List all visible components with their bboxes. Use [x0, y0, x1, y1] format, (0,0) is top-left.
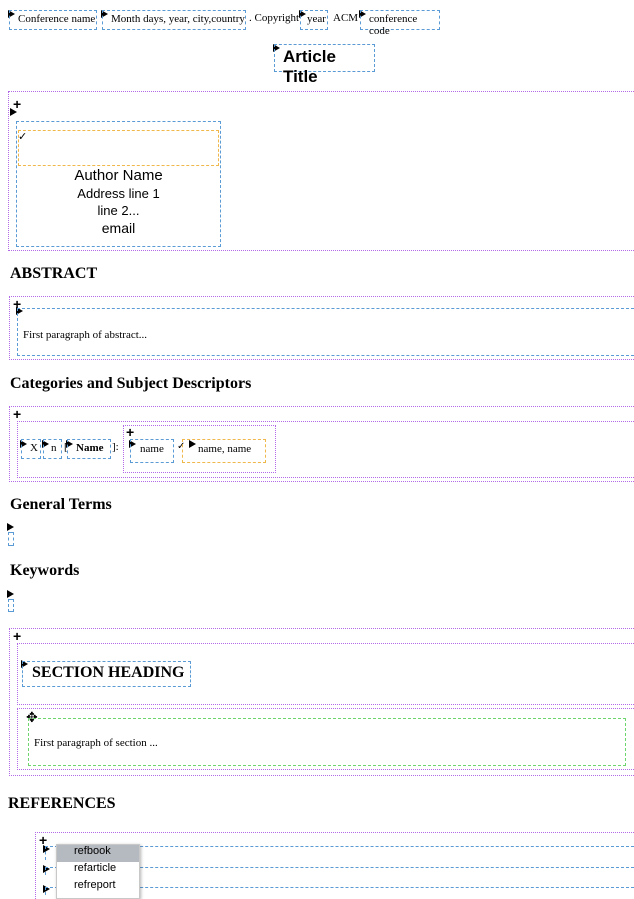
author-address-line1[interactable]: Address line 1: [16, 186, 221, 201]
article-title-field[interactable]: Article Title: [274, 44, 375, 86]
author-email[interactable]: email: [16, 220, 221, 236]
descriptor-name-field[interactable]: name: [130, 439, 174, 463]
general-terms-heading: General Terms: [10, 496, 112, 513]
keywords-field[interactable]: [8, 599, 14, 612]
abstract-heading: ABSTRACT: [10, 265, 98, 282]
menu-item-refbook[interactable]: refbook: [57, 845, 139, 862]
collapse-marker-icon[interactable]: [7, 523, 14, 531]
section-heading-field[interactable]: SECTION HEADING: [22, 661, 191, 687]
copyright-year-field[interactable]: year: [300, 10, 328, 30]
references-heading: REFERENCES: [8, 795, 116, 812]
collapse-marker-icon[interactable]: [10, 108, 17, 116]
menu-item-refreport[interactable]: refreport: [57, 879, 139, 896]
category-n-field[interactable]: n: [43, 439, 62, 459]
conference-code-field[interactable]: conference code: [360, 10, 440, 37]
reference-type-menu: refbook refarticle refreport: [56, 844, 140, 899]
collapse-marker-icon[interactable]: [7, 590, 14, 598]
menu-item-refarticle[interactable]: refarticle: [57, 862, 139, 879]
section-paragraph[interactable]: First paragraph of section ...: [28, 718, 626, 766]
add-plus-icon[interactable]: +: [13, 407, 21, 421]
bracket-close: ]:: [112, 441, 119, 453]
descriptor-names-field[interactable]: name, name: [182, 439, 266, 463]
author-name[interactable]: Author Name: [16, 167, 221, 184]
keywords-heading: Keywords: [10, 562, 80, 579]
copyright-text: . Copyright: [249, 12, 300, 24]
edit-marker-icon[interactable]: ✓: [18, 132, 27, 143]
general-terms-field[interactable]: [8, 532, 14, 546]
author-image-slot[interactable]: [18, 130, 219, 166]
category-x-field[interactable]: X: [21, 439, 41, 459]
acm-text: ACM: [333, 12, 359, 24]
conference-date-place-field[interactable]: Month days, year, city,country: [102, 10, 246, 30]
author-address-line2[interactable]: line 2...: [16, 203, 221, 218]
abstract-paragraph[interactable]: First paragraph of abstract...: [17, 308, 634, 356]
conference-name-field[interactable]: Conference name: [9, 10, 97, 30]
add-plus-icon[interactable]: +: [126, 425, 134, 439]
add-plus-icon[interactable]: +: [13, 629, 21, 643]
categories-heading: Categories and Subject Descriptors: [10, 375, 252, 392]
category-name-field[interactable]: Name: [67, 439, 111, 459]
